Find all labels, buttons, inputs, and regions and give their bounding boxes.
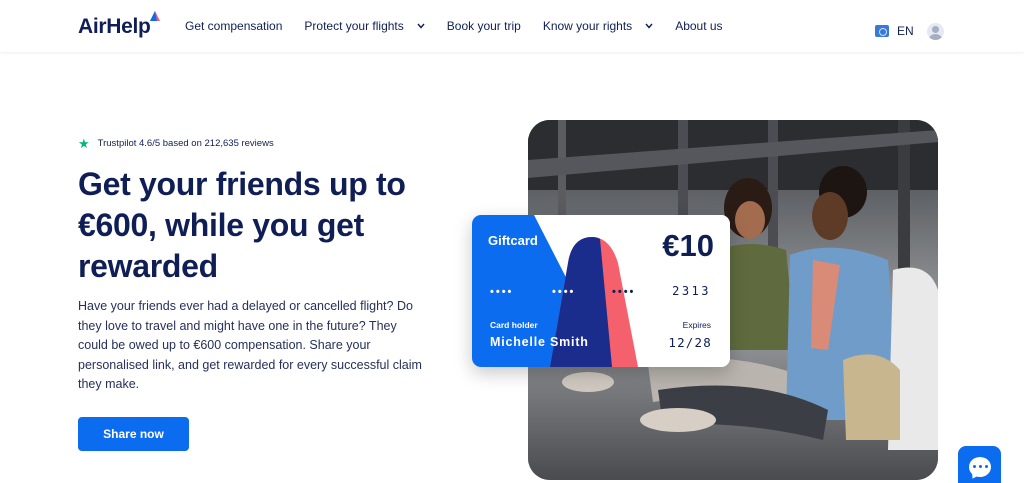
card-holder-label: Card holder	[490, 320, 538, 330]
nav-label: Know your rights	[542, 19, 633, 33]
giftcard-preview: Giftcard €10 •••• •••• •••• 2313 Card ho…	[472, 215, 730, 367]
main-nav: Get compensation Protect your flights Bo…	[185, 0, 745, 52]
trustpilot-text: Trustpilot 4.6/5 based on 212,635 review…	[97, 138, 274, 149]
airhelp-logo[interactable]: AirHelp	[78, 15, 151, 39]
nav-label: Protect your flights	[304, 19, 404, 33]
site-header: AirHelp Get compensation Protect your fl…	[0, 0, 1024, 52]
nav-about-us[interactable]: About us	[675, 19, 722, 33]
giftcard-amount: €10	[662, 228, 714, 263]
user-avatar-icon[interactable]	[927, 23, 944, 40]
hero-description: Have your friends ever had a delayed or …	[78, 299, 422, 391]
expires-value: 12/28	[668, 335, 712, 350]
hero-title: Get your friends up to €600, while you g…	[78, 166, 406, 284]
language-label: EN	[897, 24, 914, 38]
card-holder-name: Michelle Smith	[490, 335, 589, 349]
nav-label: About us	[675, 19, 723, 33]
language-selector[interactable]: EN	[875, 24, 914, 38]
nav-book-your-trip[interactable]: Book your trip	[447, 19, 521, 33]
nav-label: Get compensation	[185, 19, 283, 33]
card-number-dots: ••••	[490, 286, 514, 298]
nav-label: Book your trip	[446, 19, 521, 33]
chat-button[interactable]	[958, 446, 1001, 483]
card-number-dots: ••••	[552, 286, 576, 298]
card-number-digits: 2313	[672, 284, 711, 298]
trustpilot-rating: ★ Trustpilot 4.6/5 based on 212,635 revi…	[78, 137, 274, 150]
chevron-down-icon	[645, 23, 653, 29]
nav-know-your-rights[interactable]: Know your rights	[543, 19, 653, 33]
globe-flag-icon	[875, 25, 889, 37]
nav-protect-your-flights[interactable]: Protect your flights	[304, 19, 425, 33]
logo-sail-icon	[150, 11, 160, 21]
share-now-button[interactable]: Share now	[78, 417, 189, 451]
card-number-dots: ••••	[612, 286, 636, 298]
chevron-down-icon	[417, 23, 425, 29]
expires-label: Expires	[682, 320, 711, 330]
star-icon: ★	[78, 136, 90, 151]
nav-get-compensation[interactable]: Get compensation	[185, 19, 282, 33]
giftcard-label: Giftcard	[488, 233, 538, 248]
